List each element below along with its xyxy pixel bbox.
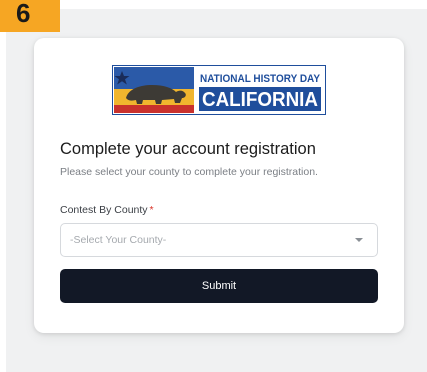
county-label-text: Contest By County <box>60 204 148 216</box>
nhd-california-logo: NATIONAL HISTORY DAY CALIFORNIA <box>112 65 326 115</box>
step-number: 6 <box>16 0 31 28</box>
step-number-badge: 6 <box>0 0 60 32</box>
chevron-down-icon <box>355 238 363 242</box>
form-heading: Complete your account registration <box>60 140 316 158</box>
county-select[interactable]: -Select Your County- <box>60 223 378 257</box>
logo-line-1: NATIONAL HISTORY DAY <box>200 73 321 85</box>
submit-button[interactable]: Submit <box>60 269 378 303</box>
required-asterisk: * <box>149 204 154 216</box>
form-subtext: Please select your county to complete yo… <box>60 166 318 178</box>
county-select-value: -Select Your County- <box>70 234 167 246</box>
county-field-label: Contest By County * <box>60 204 154 216</box>
registration-card: NATIONAL HISTORY DAY CALIFORNIA Complete… <box>34 38 404 333</box>
logo-line-2: CALIFORNIA <box>202 89 318 111</box>
